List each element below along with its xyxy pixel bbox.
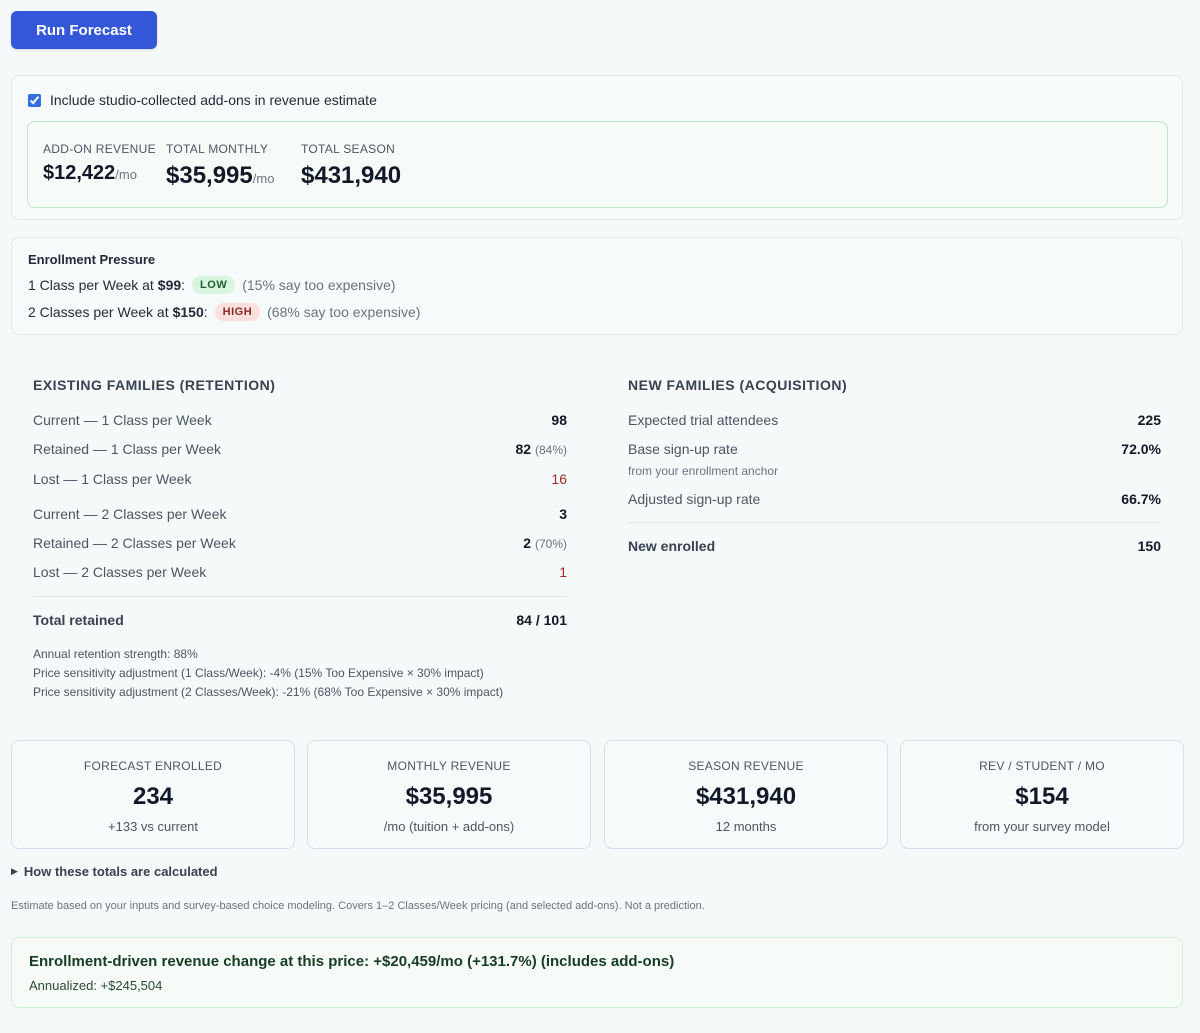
row-value: 225 xyxy=(1137,412,1161,428)
acquisition-title: NEW FAMILIES (ACQUISITION) xyxy=(628,377,848,393)
pressure-colon: : xyxy=(181,277,186,293)
stat-label: TOTAL MONTHLY xyxy=(166,142,269,156)
kpi-rev-per-student: REV / STUDENT / MO $154 from your survey… xyxy=(900,740,1184,849)
row-label: Retained — 2 Classes per Week xyxy=(33,535,236,551)
kpi-season-revenue: SEASON REVENUE $431,940 12 months xyxy=(604,740,888,849)
stat-label: ADD-ON REVENUE xyxy=(43,142,156,156)
row-label: Lost — 1 Class per Week xyxy=(33,471,192,487)
addon-revenue-stat: ADD-ON REVENUE $12,422/mo xyxy=(43,142,156,185)
pressure-plan: 1 Class per Week at xyxy=(28,277,154,293)
retention-row: Current — 1 Class per Week 98 xyxy=(33,412,567,428)
pressure-price: $150 xyxy=(172,304,204,320)
disclaimer: Estimate based on your inputs and survey… xyxy=(11,900,705,912)
pressure-note: (15% say too expensive) xyxy=(242,277,396,293)
revenue-change-card: Enrollment-driven revenue change at this… xyxy=(11,937,1183,1008)
kpi-sub: /mo (tuition + add-ons) xyxy=(383,819,515,834)
total-value: 150 xyxy=(1137,538,1161,554)
pressure-plan: 2 Classes per Week at xyxy=(28,304,169,320)
total-monthly-stat: TOTAL MONTHLY $35,995/mo xyxy=(166,142,274,190)
divider xyxy=(33,596,567,597)
kpi-value: $154 xyxy=(1015,783,1069,810)
pressure-row-1-class: 1 Class per Week at $99: LOW (15% say to… xyxy=(28,276,396,294)
row-value-lost: 16 xyxy=(551,471,567,487)
addon-summary: ADD-ON REVENUE $12,422/mo TOTAL MONTHLY … xyxy=(27,121,1168,208)
row-label: Expected trial attendees xyxy=(628,412,779,428)
retention-row: Retained — 1 Class per Week 82 (84%) xyxy=(33,441,567,457)
row-value: 66.7% xyxy=(1121,491,1161,507)
enrollment-pressure-card: Enrollment Pressure 1 Class per Week at … xyxy=(11,237,1183,335)
total-value: 84 / 101 xyxy=(516,612,567,628)
kpi-label: SEASON REVENUE xyxy=(688,759,804,773)
row-label: Current — 1 Class per Week xyxy=(33,412,212,428)
row-value: 2 (70%) xyxy=(523,535,567,551)
row-label: Base sign-up rate xyxy=(628,441,738,457)
retention-row: Lost — 2 Classes per Week 1 xyxy=(33,564,567,580)
retention-row: Retained — 2 Classes per Week 2 (70%) xyxy=(33,535,567,551)
revenue-change-annualized: Annualized: +$245,504 xyxy=(29,978,163,993)
row-value: 3 xyxy=(559,506,567,522)
row-value: 72.0% xyxy=(1121,441,1161,457)
triangle-right-icon: ▶ xyxy=(11,866,18,876)
kpi-sub: 12 months xyxy=(715,819,777,834)
run-forecast-button[interactable]: Run Forecast xyxy=(11,11,157,49)
pressure-colon: : xyxy=(203,304,208,320)
row-label: Current — 2 Classes per Week xyxy=(33,506,227,522)
kpi-sub: from your survey model xyxy=(974,819,1110,834)
revenue-change-title: Enrollment-driven revenue change at this… xyxy=(29,953,675,970)
addons-card: Include studio-collected add-ons in reve… xyxy=(11,75,1183,220)
retention-title: EXISTING FAMILIES (RETENTION) xyxy=(33,377,276,393)
acquisition-total-row: New enrolled 150 xyxy=(628,538,1161,554)
row-label: Retained — 1 Class per Week xyxy=(33,441,222,457)
kpi-label: REV / STUDENT / MO xyxy=(979,759,1105,773)
row-label: Adjusted sign-up rate xyxy=(628,491,761,507)
total-label: New enrolled xyxy=(628,538,716,554)
pressure-badge-high: HIGH xyxy=(214,303,261,321)
stat-value: $35,995/mo xyxy=(166,162,275,189)
acquisition-row: Expected trial attendees 225 xyxy=(628,412,1161,428)
kpi-forecast-enrolled: FORECAST ENROLLED 234 +133 vs current xyxy=(11,740,295,849)
row-value: 98 xyxy=(551,412,567,428)
pressure-title: Enrollment Pressure xyxy=(28,252,156,267)
retention-total-row: Total retained 84 / 101 xyxy=(33,612,567,628)
retention-row: Lost — 1 Class per Week 16 xyxy=(33,471,567,487)
retention-row: Current — 2 Classes per Week 3 xyxy=(33,506,567,522)
stat-value: $12,422/mo xyxy=(43,162,137,184)
kpi-value: $35,995 xyxy=(405,783,493,810)
stat-label: TOTAL SEASON xyxy=(301,142,396,156)
kpi-value: 234 xyxy=(132,783,174,810)
retention-note: Price sensitivity adjustment (1 Class/We… xyxy=(33,666,484,680)
row-value-lost: 1 xyxy=(559,564,567,580)
kpi-label: FORECAST ENROLLED xyxy=(83,759,223,773)
retention-note: Annual retention strength: 88% xyxy=(33,647,198,661)
kpi-sub: +133 vs current xyxy=(108,819,198,834)
include-addons-label: Include studio-collected add-ons in reve… xyxy=(50,92,377,108)
row-label: Lost — 2 Classes per Week xyxy=(33,564,207,580)
calculation-details-toggle[interactable]: ▶ How these totals are calculated xyxy=(11,864,218,879)
retention-note: Price sensitivity adjustment (2 Classes/… xyxy=(33,685,504,699)
divider xyxy=(628,522,1161,523)
kpi-label: MONTHLY REVENUE xyxy=(387,759,511,773)
row-sublabel: from your enrollment anchor xyxy=(628,464,779,478)
kpi-monthly-revenue: MONTHLY REVENUE $35,995 /mo (tuition + a… xyxy=(307,740,591,849)
stat-value: $431,940 xyxy=(301,162,402,189)
row-value: 82 (84%) xyxy=(515,441,567,457)
pressure-row-2-classes: 2 Classes per Week at $150: HIGH (68% sa… xyxy=(28,303,420,321)
pressure-badge-low: LOW xyxy=(192,276,236,294)
include-addons-checkbox[interactable] xyxy=(28,93,41,107)
details-label: How these totals are calculated xyxy=(23,864,218,879)
pressure-price: $99 xyxy=(157,277,182,293)
total-label: Total retained xyxy=(33,612,124,628)
include-addons-toggle[interactable]: Include studio-collected add-ons in reve… xyxy=(28,92,377,108)
acquisition-row: Adjusted sign-up rate 66.7% xyxy=(628,491,1161,507)
pressure-note: (68% say too expensive) xyxy=(267,304,421,320)
kpi-value: $431,940 xyxy=(695,783,797,810)
total-season-stat: TOTAL SEASON $431,940 xyxy=(301,142,401,190)
acquisition-row: Base sign-up rate 72.0% xyxy=(628,441,1161,457)
